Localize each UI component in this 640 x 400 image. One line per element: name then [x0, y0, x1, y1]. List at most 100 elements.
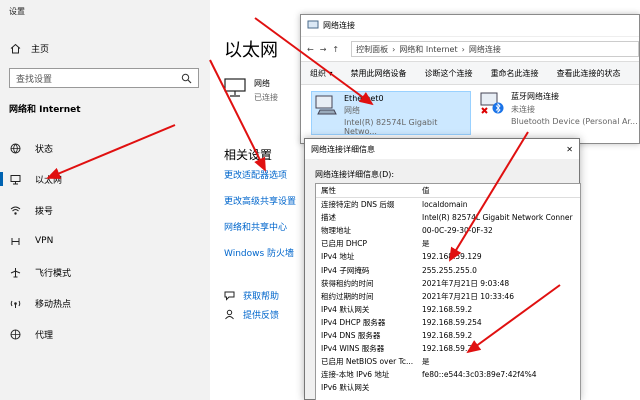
give-feedback-link[interactable]: 提供反馈: [224, 308, 279, 321]
table-row[interactable]: IPv4 WINS 服务器 192.168.59.2: [316, 342, 580, 355]
table-row[interactable]: 连接-本地 IPv6 地址 fe80::e544:3c03:89e7:42f4%4: [316, 368, 580, 381]
monitor-network-icon: [224, 78, 246, 103]
chevron-right-icon: ›: [461, 44, 465, 54]
breadcrumb-item[interactable]: 控制面板: [356, 44, 388, 55]
bluetooth-adapter-icon: [479, 91, 505, 126]
column-header-value[interactable]: 值: [422, 185, 580, 196]
dialog-titlebar: 网络连接详细信息 ✕: [305, 139, 579, 159]
sidebar-item-dialup[interactable]: 拨号: [0, 199, 210, 221]
table-row[interactable]: IPv4 DHCP 服务器 192.168.59.254: [316, 316, 580, 329]
column-header-property[interactable]: 属性: [316, 185, 422, 196]
table-row[interactable]: 租约过期的时间 2021年7月21日 10:33:46: [316, 290, 580, 303]
adapter-bluetooth[interactable]: 蓝牙网络连接 未连接 Bluetooth Device (Personal Ar…: [479, 91, 639, 126]
row-property: 获得租约的时间: [321, 278, 374, 288]
row-property: 已启用 NetBIOS over Tc...: [321, 357, 414, 367]
network-name: 网络: [254, 79, 270, 88]
rename-button[interactable]: 重命名此连接: [482, 68, 548, 79]
sidebar-item-label: 以太网: [35, 175, 63, 186]
row-value: Intel(R) 82574L Gigabit Network Conner: [422, 213, 573, 223]
related-settings-title: 相关设置: [224, 148, 273, 162]
table-row[interactable]: 描述 Intel(R) 82574L Gigabit Network Conner: [316, 211, 580, 224]
row-value: fe80::e544:3c03:89e7:42f4%4: [422, 370, 537, 380]
network-folder-icon: [307, 20, 319, 32]
table-row[interactable]: IPv4 DNS 服务器 192.168.59.2: [316, 329, 580, 342]
search-placeholder: 查找设置: [16, 74, 53, 85]
row-value: 是: [422, 239, 430, 249]
advanced-sharing-link[interactable]: 更改高级共享设置: [224, 194, 296, 207]
table-row[interactable]: IPv4 地址 192.168.59.129: [316, 250, 580, 263]
breadcrumb-item[interactable]: 网络和 Internet: [399, 44, 457, 55]
forward-arrow-icon[interactable]: →: [320, 45, 327, 54]
row-property: 已启用 DHCP: [321, 239, 368, 249]
windows-firewall-link[interactable]: Windows 防火墙: [224, 246, 294, 259]
nc-toolbar: 组织 ▾ 禁用此网络设备 诊断这个连接 重命名此连接 查看此连接的状态: [301, 61, 639, 85]
network-status-item[interactable]: 网络 已连接: [224, 78, 278, 103]
adapter-name: Ethernet0: [344, 94, 384, 103]
home-icon: [10, 43, 21, 54]
table-row[interactable]: IPv4 子网掩码 255.255.255.0: [316, 263, 580, 276]
row-value: 192.168.59.129: [422, 252, 482, 262]
view-status-button[interactable]: 查看此连接的状态: [548, 68, 630, 79]
row-property: 租约过期的时间: [321, 291, 374, 301]
close-icon[interactable]: ✕: [566, 145, 573, 154]
proxy-globe-icon: [10, 329, 21, 340]
page-title: 以太网: [224, 40, 278, 61]
sidebar-item-proxy[interactable]: 代理: [0, 323, 210, 345]
status-globe-icon: [10, 143, 21, 154]
table-row[interactable]: 获得租约的时间 2021年7月21日 9:03:48: [316, 277, 580, 290]
table-row[interactable]: 已启用 DHCP 是: [316, 237, 580, 250]
row-property: IPv4 DHCP 服务器: [321, 317, 386, 327]
table-row[interactable]: 连接特定的 DNS 后缀 localdomain: [316, 198, 580, 211]
table-row[interactable]: 已启用 NetBIOS over Tc... 是: [316, 355, 580, 368]
row-value: 2021年7月21日 10:33:46: [422, 291, 514, 301]
sidebar-item-status[interactable]: 状态: [0, 137, 210, 159]
organize-menu[interactable]: 组织 ▾: [301, 68, 342, 79]
row-property: 连接-本地 IPv6 地址: [321, 370, 390, 380]
up-arrow-icon[interactable]: ↑: [332, 45, 339, 54]
connection-details-dialog: 网络连接详细信息 ✕ 网络连接详细信息(D): 属性 值 连接特定的 DNS 后…: [304, 138, 581, 400]
get-help-link[interactable]: 获取帮助: [224, 289, 279, 302]
details-caption: 网络连接详细信息(D):: [315, 170, 395, 179]
row-property: IPv4 WINS 服务器: [321, 344, 385, 354]
row-property: IPv4 子网掩码: [321, 265, 370, 275]
row-property: IPv4 默认网关: [321, 304, 370, 314]
network-connections-window: 网络连接 ← → ↑ 控制面板 › 网络和 Internet › 网络连接 组织…: [300, 14, 640, 144]
home-label: 主页: [31, 44, 50, 55]
sidebar-item-hotspot[interactable]: 移动热点: [0, 292, 210, 314]
row-property: 连接特定的 DNS 后缀: [321, 200, 395, 210]
search-icon: [181, 73, 192, 84]
vpn-icon: [10, 236, 21, 247]
change-adapter-options-link[interactable]: 更改适配器选项: [224, 168, 287, 181]
sidebar-item-airplane[interactable]: 飞行模式: [0, 261, 210, 283]
row-property: 描述: [321, 213, 336, 223]
dialog-title: 网络连接详细信息: [311, 144, 375, 154]
network-sharing-center-link[interactable]: 网络和共享中心: [224, 220, 287, 233]
sidebar-item-label: 状态: [35, 144, 54, 155]
search-input[interactable]: 查找设置: [9, 68, 199, 88]
sidebar-item-ethernet[interactable]: 以太网: [0, 168, 210, 190]
settings-sidebar: 设置 主页 查找设置 网络和 Internet 状态 以太网 拨号 VPN 飞行…: [0, 0, 210, 400]
adapter-name: 蓝牙网络连接: [511, 92, 559, 101]
diagnose-button[interactable]: 诊断这个连接: [416, 68, 482, 79]
nc-titlebar: 网络连接: [301, 15, 639, 37]
nc-address-bar: ← → ↑ 控制面板 › 网络和 Internet › 网络连接: [301, 37, 639, 61]
sidebar-item-vpn[interactable]: VPN: [0, 230, 210, 252]
table-row[interactable]: 物理地址 00-0C-29-30-0F-32: [316, 224, 580, 237]
section-header: 网络和 Internet: [9, 105, 81, 115]
row-value: 192.168.59.254: [422, 317, 482, 327]
table-row[interactable]: IPv6 默认网关: [316, 381, 580, 394]
row-value: 192.168.59.2: [422, 330, 473, 340]
home-nav-item[interactable]: 主页: [10, 40, 49, 56]
nc-window-title: 网络连接: [323, 21, 355, 30]
row-value: 255.255.255.0: [422, 265, 477, 275]
table-row[interactable]: IPv4 默认网关 192.168.59.2: [316, 303, 580, 316]
back-arrow-icon[interactable]: ←: [307, 45, 314, 54]
get-help-label: 获取帮助: [243, 292, 280, 302]
breadcrumb[interactable]: 控制面板 › 网络和 Internet › 网络连接: [351, 41, 639, 57]
row-property: IPv6 默认网关: [321, 383, 370, 393]
adapter-ethernet0[interactable]: Ethernet0 网络 Intel(R) 82574L Gigabit Net…: [311, 91, 471, 136]
disable-device-button[interactable]: 禁用此网络设备: [342, 68, 416, 79]
row-value: 00-0C-29-30-0F-32: [422, 226, 493, 236]
breadcrumb-item[interactable]: 网络连接: [469, 44, 501, 55]
details-table[interactable]: 属性 值 连接特定的 DNS 后缀 localdomain 描述 Intel(R) 8…: [315, 183, 581, 400]
